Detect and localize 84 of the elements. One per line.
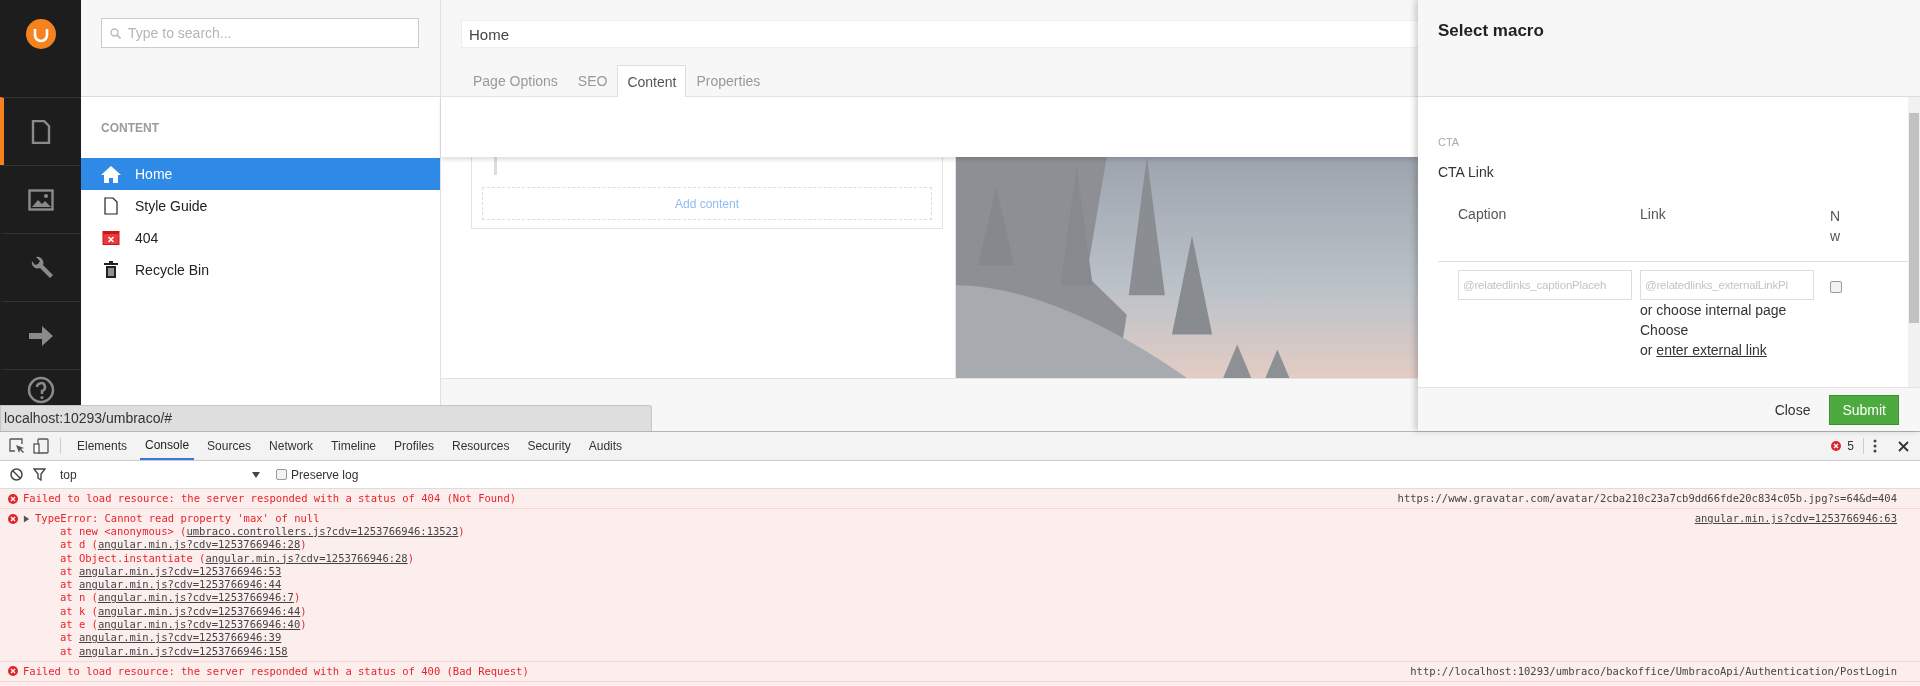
column-header: Link: [1640, 206, 1667, 224]
column-header: Caption: [1457, 206, 1508, 224]
search-icon: [110, 28, 121, 39]
stack-trace-line: at d (angular.min.js?cdv=1253766946:28): [59, 538, 308, 552]
stack-link[interactable]: umbraco.controllers.js?cdv=1253766946:13523: [186, 525, 459, 537]
error-icon: [8, 493, 18, 504]
stack-link[interactable]: angular.min.js?cdv=1253766946:158: [78, 644, 288, 657]
stack-trace-line: at k (angular.min.js?cdv=1253766946:44): [59, 604, 308, 619]
error-text: Failed to load resource: the server responded with a status of 400 (Bad Request): [23, 664, 530, 678]
error-icon: [8, 666, 18, 677]
external-link[interactable]: enter external link: [1656, 342, 1767, 358]
tree-item[interactable]: Recycle Bin: [81, 254, 440, 286]
document-icon: [30, 119, 51, 144]
devtools-tab[interactable]: Network: [264, 432, 319, 460]
error-count[interactable]: 5: [1847, 439, 1854, 453]
image-icon: [27, 188, 54, 211]
or-text: or: [1640, 342, 1653, 358]
devtools-tab[interactable]: Resources: [447, 432, 515, 460]
stack-trace-line: at angular.min.js?cdv=1253766946:39: [59, 631, 283, 645]
source-url: https://www.gravatar.com/avatar/2cba210c23a7cb9dd66fde20c834c05b.jpg?s=64&d=404: [1397, 492, 1898, 505]
stack-link[interactable]: angular.min.js?cdv=1253766946:40: [97, 618, 301, 631]
stack-link[interactable]: angular.min.js?cdv=1253766946:53: [78, 564, 282, 577]
help-icon: [26, 376, 55, 404]
status-url-tooltip: localhost:10293/umbraco/#: [0, 405, 652, 431]
link-field[interactable]: @relatedlinks_externalLinkPl: [1640, 270, 1814, 300]
clear-icon[interactable]: [10, 468, 23, 481]
devtools-tab[interactable]: Console: [140, 432, 195, 460]
tree-item[interactable]: 404: [81, 222, 440, 254]
stack-link[interactable]: angular.min.js?cdv=1253766946:44: [78, 578, 282, 591]
property-label: CTA Link: [1438, 164, 1495, 180]
stack-link[interactable]: angular.min.js?cdv=1253766946:28: [205, 551, 408, 564]
context-dropdown[interactable]: top: [60, 467, 260, 482]
search-field[interactable]: Type to search...: [101, 18, 419, 48]
devtools-tab[interactable]: Security: [522, 432, 576, 460]
devtools-tab[interactable]: Timeline: [326, 432, 381, 460]
stack-trace-line: at angular.min.js?cdv=1253766946:44: [59, 578, 283, 592]
error-text: TypeError: Cannot read property 'max' of null: [35, 512, 321, 525]
preserve-log-checkbox[interactable]: Preserve log: [276, 467, 359, 482]
stack-trace-line: at angular.min.js?cdv=1253766946:158: [59, 644, 289, 658]
tree-item[interactable]: Home: [81, 158, 440, 190]
source-link[interactable]: angular.min.js?cdv=1253766946:63: [1694, 512, 1920, 525]
stack-trace-line: at e (angular.min.js?cdv=1253766946:40): [59, 618, 308, 632]
stack-trace-line: at angular.min.js?cdv=1253766946:53: [59, 564, 283, 579]
new-window-checkbox[interactable]: [1830, 281, 1842, 293]
stack-link[interactable]: angular.min.js?cdv=1253766946:39: [78, 631, 282, 644]
group-label: CTA: [1438, 136, 1461, 148]
choose-link[interactable]: Choose: [1640, 320, 1830, 340]
dialog-title: Select macro: [1438, 21, 1544, 40]
stack-link[interactable]: angular.min.js?cdv=1253766946:28: [97, 538, 301, 551]
arrow-right-icon: [27, 324, 54, 347]
stack-trace-line: at n (angular.min.js?cdv=1253766946:7): [59, 591, 302, 605]
name-field[interactable]: Home: [461, 20, 1418, 48]
caret-icon: [252, 471, 260, 478]
document-icon: [101, 197, 121, 215]
devtools-tab[interactable]: Audits: [583, 432, 628, 460]
more-icon[interactable]: [1873, 439, 1877, 453]
source-url: http://localhost:10293/umbraco/backoffice/UmbracoApi/Authentication/PostLogin: [1410, 664, 1898, 678]
error-icon: [8, 513, 18, 524]
devtools-tab[interactable]: Sources: [202, 432, 257, 460]
error-page-icon: [101, 231, 121, 245]
logo-icon[interactable]: [25, 19, 56, 49]
filter-icon[interactable]: [33, 468, 46, 481]
scrollbar[interactable]: [1908, 97, 1920, 387]
home-icon: [101, 165, 121, 183]
devtools-tab[interactable]: Profiles: [389, 432, 440, 460]
trash-icon: [101, 261, 121, 279]
stack-trace-line: at Object.instantiate (angular.min.js?cdv=1253766946:28): [59, 551, 416, 565]
caption-field[interactable]: @relatedlinks_captionPlaceh: [1458, 270, 1632, 300]
expand-triangle-icon[interactable]: [23, 514, 30, 523]
device-icon[interactable]: [33, 438, 49, 454]
close-icon[interactable]: [1898, 440, 1909, 452]
devtools-tab[interactable]: Elements: [72, 432, 133, 460]
tab[interactable]: Content: [617, 65, 687, 97]
close-button[interactable]: Close: [1774, 401, 1811, 418]
error-text: Failed to load resource: the server responded with a status of 404 (Not Found): [23, 492, 518, 505]
stack-link[interactable]: angular.min.js?cdv=1253766946:7: [97, 591, 294, 604]
inspect-icon[interactable]: [9, 438, 25, 454]
tree-item[interactable]: Style Guide: [81, 190, 440, 222]
stack-link[interactable]: angular.min.js?cdv=1253766946:44: [97, 604, 301, 617]
internal-page-text: or choose internal page: [1640, 301, 1788, 320]
error-icon: [1831, 441, 1842, 451]
column-header: N w: [1830, 207, 1840, 246]
stack-trace-line: at new <anonymous> (umbraco.controllers.js?cdv=1253766946:13523): [59, 525, 466, 539]
tree-heading: CONTENT: [100, 120, 160, 137]
